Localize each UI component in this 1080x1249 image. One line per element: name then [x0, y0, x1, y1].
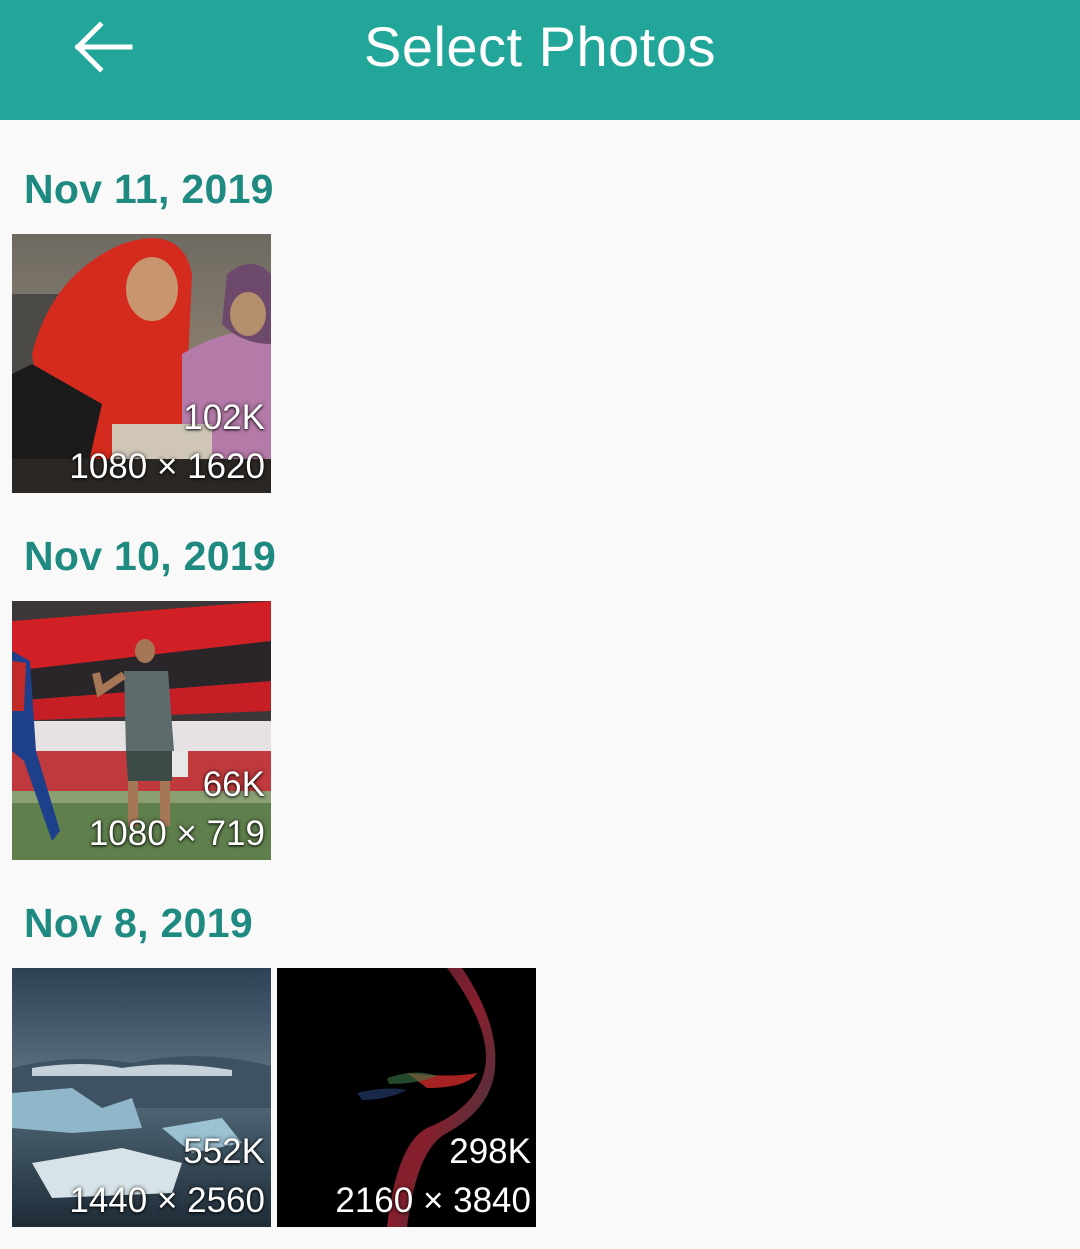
- date-header: Nov 10, 2019: [24, 533, 277, 579]
- app-bar: Select Photos: [0, 0, 1080, 120]
- back-button[interactable]: [60, 14, 144, 80]
- photo-dimensions-label: 2160 × 3840: [335, 1181, 531, 1220]
- photo-dimensions-label: 1080 × 1620: [69, 447, 265, 486]
- photo-thumbnail[interactable]: 102K 1080 × 1620: [12, 234, 271, 493]
- photo-size-label: 102K: [183, 398, 265, 437]
- photo-size-label: 552K: [183, 1132, 265, 1171]
- photo-thumbnail[interactable]: 66K 1080 × 719: [12, 601, 271, 860]
- photo-list: Nov 11, 2019 102K 1080 × 1620 Nov 10, 20…: [0, 120, 1080, 1249]
- photo-dimensions-label: 1440 × 2560: [69, 1181, 265, 1220]
- photo-dimensions-label: 1080 × 719: [88, 814, 265, 853]
- date-header: Nov 8, 2019: [24, 900, 253, 946]
- photo-thumbnail[interactable]: 552K 1440 × 2560: [12, 968, 271, 1227]
- photo-size-label: 298K: [449, 1132, 531, 1171]
- date-header: Nov 11, 2019: [24, 166, 274, 212]
- page-title: Select Photos: [363, 15, 717, 78]
- photo-size-label: 66K: [202, 765, 265, 804]
- arrow-left-icon: [74, 21, 133, 73]
- photo-thumbnail[interactable]: 298K 2160 × 3840: [277, 968, 537, 1227]
